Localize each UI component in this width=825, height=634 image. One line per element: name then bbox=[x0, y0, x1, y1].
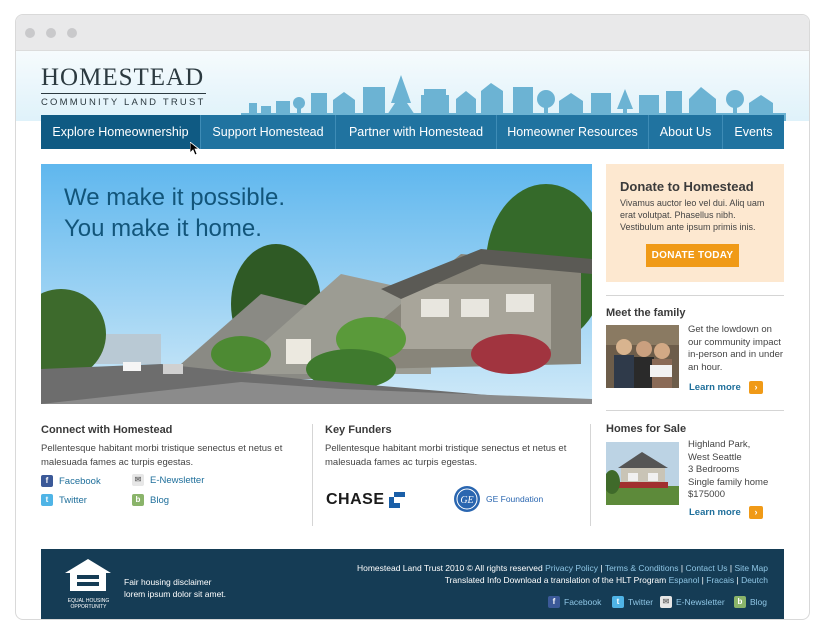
fair-housing-lorem: lorem ipsum dolor sit amet. bbox=[124, 589, 227, 599]
chase-logo[interactable]: CHASE bbox=[326, 491, 405, 509]
connect-facebook-link[interactable]: f Facebook bbox=[41, 475, 101, 487]
site-map-link[interactable]: Site Map bbox=[734, 563, 768, 573]
nav-about-us[interactable]: About Us bbox=[649, 115, 723, 149]
connect-blog-link[interactable]: b Blog bbox=[132, 494, 169, 506]
footer-translated-text: Translated Info Download a translation o… bbox=[444, 575, 667, 585]
envelope-icon: ✉ bbox=[132, 474, 144, 486]
window-maximize-dot[interactable] bbox=[67, 28, 77, 38]
espanol-link[interactable]: Espanol bbox=[669, 575, 700, 585]
hero-banner: We make it possible. You make it home. bbox=[41, 164, 592, 404]
equal-housing-icon bbox=[65, 559, 111, 591]
fair-housing-disclaimer: Fair housing disclaimer bbox=[124, 577, 212, 587]
sidebar-divider bbox=[606, 295, 784, 296]
mouse-cursor-icon bbox=[190, 142, 200, 156]
home-bedrooms: 3 Bedrooms bbox=[688, 464, 740, 475]
terms-link[interactable]: Terms & Conditions bbox=[605, 563, 679, 573]
column-divider bbox=[312, 424, 313, 526]
site-logo[interactable]: Homestead Community Land Trust bbox=[41, 65, 216, 110]
chase-octagon-icon bbox=[388, 492, 405, 508]
connect-text: Pellentesque habitant morbi tristique se… bbox=[41, 443, 283, 468]
equal-housing-caption: EQUAL HOUSING OPPORTUNITY bbox=[61, 598, 116, 610]
connect-twitter-link[interactable]: t Twitter bbox=[41, 494, 87, 506]
hero-line-2: You make it home. bbox=[64, 215, 262, 242]
facebook-icon: f bbox=[548, 596, 560, 608]
facebook-icon: f bbox=[41, 475, 53, 487]
deutch-link[interactable]: Deutch bbox=[741, 575, 768, 585]
meet-family-title: Meet the family bbox=[606, 307, 686, 319]
column-divider bbox=[590, 424, 591, 526]
site-footer: EQUAL HOUSING OPPORTUNITY Fair housing d… bbox=[41, 549, 784, 619]
homes-learn-more-link[interactable]: Learn more bbox=[689, 507, 741, 518]
window-close-dot[interactable] bbox=[25, 28, 35, 38]
footer-copyright: Homestead Land Trust 2010 © All rights r… bbox=[356, 563, 543, 573]
nav-events[interactable]: Events bbox=[723, 115, 784, 149]
chase-wordmark: CHASE bbox=[326, 491, 385, 508]
chevron-right-icon[interactable]: › bbox=[749, 381, 763, 394]
ge-monogram-text: GE bbox=[460, 495, 473, 506]
footer-twitter-label: Twitter bbox=[628, 597, 654, 607]
hero-line-1: We make it possible. bbox=[64, 184, 285, 211]
donate-text: Vivamus auctor leo vel dui. Aliq uam era… bbox=[620, 198, 765, 232]
funders-text: Pellentesque habitant morbi tristique se… bbox=[325, 443, 567, 468]
nav-homeowner-resources[interactable]: Homeowner Resources bbox=[497, 115, 649, 149]
footer-facebook-label: Facebook bbox=[564, 597, 602, 607]
fracais-link[interactable]: Fracais bbox=[706, 575, 734, 585]
connect-blog-label: Blog bbox=[150, 494, 170, 506]
nav-explore-homeownership[interactable]: Explore Homeownership bbox=[41, 115, 201, 149]
home-location-line-1: Highland Park, bbox=[688, 439, 751, 450]
family-photo[interactable] bbox=[606, 325, 679, 388]
footer-facebook-link[interactable]: f Facebook bbox=[548, 596, 601, 608]
browser-window: Homestead Community Land Trust bbox=[15, 14, 810, 620]
window-minimize-dot[interactable] bbox=[46, 28, 56, 38]
home-type: Single family home bbox=[688, 476, 769, 488]
footer-enewsletter-link[interactable]: ✉ E-Newsletter bbox=[660, 596, 725, 608]
sidebar-divider bbox=[606, 410, 784, 411]
skyline-illustration bbox=[241, 75, 786, 121]
ge-monogram-icon: GE bbox=[454, 486, 480, 512]
connect-enewsletter-link[interactable]: ✉ E-Newsletter bbox=[132, 474, 204, 486]
footer-copyright-line: Homestead Land Trust 2010 © All rights r… bbox=[356, 563, 768, 573]
hero-headline: We make it possible. You make it home. bbox=[64, 182, 285, 244]
nav-partner-with-homestead[interactable]: Partner with Homestead bbox=[336, 115, 497, 149]
logo-title: Homestead bbox=[41, 64, 205, 91]
envelope-icon: ✉ bbox=[660, 596, 672, 608]
connect-facebook-label: Facebook bbox=[59, 475, 101, 487]
funders-title: Key Funders bbox=[325, 424, 392, 436]
home-details: Highland Park, West Seattle 3 Bedrooms S… bbox=[688, 439, 788, 502]
equal-housing-badge: EQUAL HOUSING OPPORTUNITY bbox=[61, 557, 116, 610]
donate-title: Donate to Homestead bbox=[620, 179, 754, 194]
main-nav: Explore Homeownership Support Homestead … bbox=[41, 115, 784, 149]
home-photo[interactable] bbox=[606, 442, 679, 505]
footer-twitter-link[interactable]: t Twitter bbox=[612, 596, 653, 608]
blog-icon: b bbox=[734, 596, 746, 608]
blog-icon: b bbox=[132, 494, 144, 506]
ge-foundation-logo[interactable]: GE GE Foundation bbox=[453, 485, 543, 513]
footer-blog-label: Blog bbox=[750, 597, 768, 607]
footer-translation-line: Translated Info Download a translation o… bbox=[444, 575, 768, 585]
ge-foundation-label: GE Foundation bbox=[486, 494, 544, 504]
twitter-icon: t bbox=[612, 596, 624, 608]
badge-line-2: OPPORTUNITY bbox=[70, 604, 107, 610]
connect-title: Connect with Homestead bbox=[41, 424, 173, 436]
twitter-icon: t bbox=[41, 494, 53, 506]
logo-subtitle: Community Land Trust bbox=[41, 93, 206, 108]
donate-panel: Donate to Homestead Vivamus auctor leo v… bbox=[606, 164, 784, 282]
footer-blog-link[interactable]: b Blog bbox=[734, 596, 767, 608]
privacy-policy-link[interactable]: Privacy Policy bbox=[545, 563, 598, 573]
nav-support-homestead[interactable]: Support Homestead bbox=[201, 115, 336, 149]
home-price: $175000 bbox=[688, 489, 725, 500]
meet-family-text: Get the lowdown on our community impact … bbox=[688, 324, 784, 373]
chevron-right-icon[interactable]: › bbox=[749, 506, 763, 519]
donate-today-button[interactable]: DONATE TODAY bbox=[646, 244, 739, 267]
window-titlebar bbox=[16, 15, 809, 51]
homes-for-sale-title: Homes for Sale bbox=[606, 423, 687, 435]
contact-us-link[interactable]: Contact Us bbox=[685, 563, 727, 573]
meet-family-learn-more-link[interactable]: Learn more bbox=[689, 382, 741, 393]
web-page: Homestead Community Land Trust bbox=[16, 51, 809, 619]
connect-twitter-label: Twitter bbox=[59, 494, 87, 506]
home-location-line-2: West Seattle bbox=[688, 451, 742, 463]
footer-enewsletter-label: E-Newsletter bbox=[676, 597, 725, 607]
connect-enewsletter-label: E-Newsletter bbox=[150, 474, 205, 486]
